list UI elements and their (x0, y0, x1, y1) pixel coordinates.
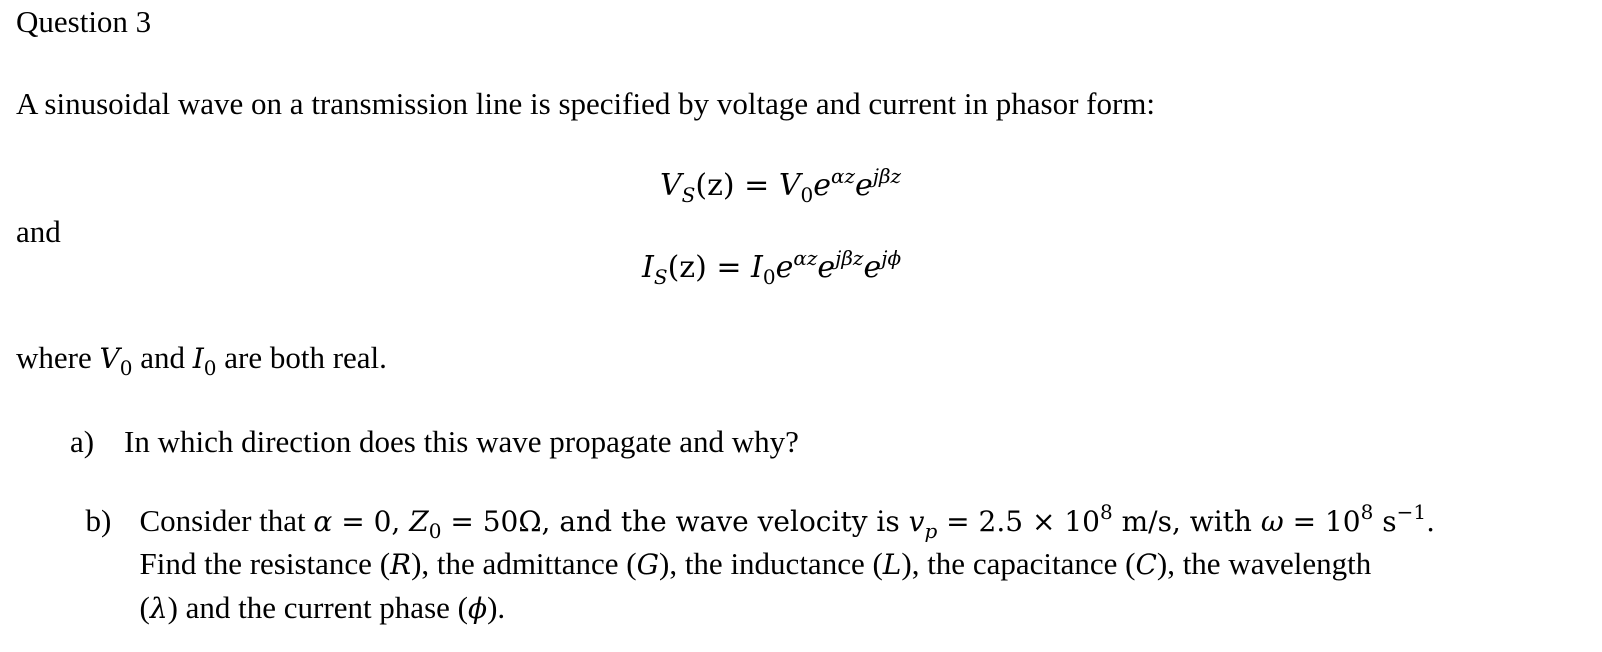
lambda-symbol: λ (149, 592, 168, 625)
question-title: Question 3 (16, 4, 152, 39)
eq1-lhs-sub: S (681, 183, 696, 207)
part-b-text: ), the wavelength (1156, 546, 1372, 581)
part-b-text: ( (139, 590, 150, 625)
voltage-equation: VS(z) = V0eαzejβz (660, 166, 901, 205)
phi-symbol: ϕ (467, 592, 488, 625)
part-a-label: a) (70, 424, 95, 459)
part-b-text: ), the inductance ( (659, 546, 883, 581)
v0-sub: 0 (119, 356, 133, 380)
where-sentence: where V0 and I0 are both real. (16, 340, 387, 380)
eq2-factor-base: e (863, 250, 882, 285)
eq1-lhs-arg: (z) (695, 168, 735, 203)
eq2-factor-exp: αz (793, 246, 818, 270)
part-a-text: In which direction does this wave propag… (124, 424, 799, 459)
c-symbol: C (1135, 548, 1157, 581)
eq2-factor-exp: jβz (835, 246, 864, 270)
where-prefix: where (16, 340, 100, 375)
eq1-factor-exp: jβz (872, 164, 902, 188)
i0-symbol: I (192, 342, 204, 375)
eq2-lhs-var: I (642, 250, 654, 285)
i0-sub: 0 (203, 356, 217, 380)
part-b-text: s (1373, 505, 1397, 538)
eq2-lhs-arg: (z) (667, 250, 707, 285)
part-a: a) In which direction does this wave prop… (70, 424, 799, 460)
eq1-lhs-var: V (660, 168, 682, 203)
where-mid: and (132, 340, 193, 375)
part-b-text: ) and the current phase ( (167, 590, 468, 625)
eq1-coef-sub: 0 (800, 183, 814, 207)
eq2-coef-sub: 0 (762, 265, 776, 289)
part-b-text: ). (487, 590, 506, 625)
l-symbol: L (882, 548, 902, 581)
eq1-equals: = (734, 168, 779, 203)
eq1-factor-base: e (813, 168, 831, 203)
intro-paragraph: A sinusoidal wave on a transmission line… (16, 86, 1156, 121)
exponent: −1 (1396, 500, 1427, 524)
eq2-factor-exp: jϕ (881, 246, 902, 270)
and-label: and (16, 214, 61, 249)
eq2-factor-base: e (817, 250, 836, 285)
part-b-line3: (λ) and the current phase (ϕ). (124, 554, 506, 627)
g-symbol: G (636, 548, 659, 581)
where-suffix: are both real. (216, 340, 387, 375)
eq2-lhs-sub: S (653, 265, 668, 289)
v0-symbol: V (99, 342, 120, 375)
current-equation: IS(z) = I0eαzejβzejϕ (642, 248, 901, 287)
eq2-factor-base: e (775, 250, 794, 285)
part-b-text: ), the capacitance ( (901, 546, 1136, 581)
part-b-text: . (1426, 505, 1436, 538)
eq2-equals: = (706, 250, 751, 285)
eq1-coef: V (778, 168, 801, 203)
eq2-coef: I (751, 250, 763, 285)
eq1-factor-base: e (855, 168, 873, 203)
eq1-factor-exp: αz (830, 164, 856, 188)
